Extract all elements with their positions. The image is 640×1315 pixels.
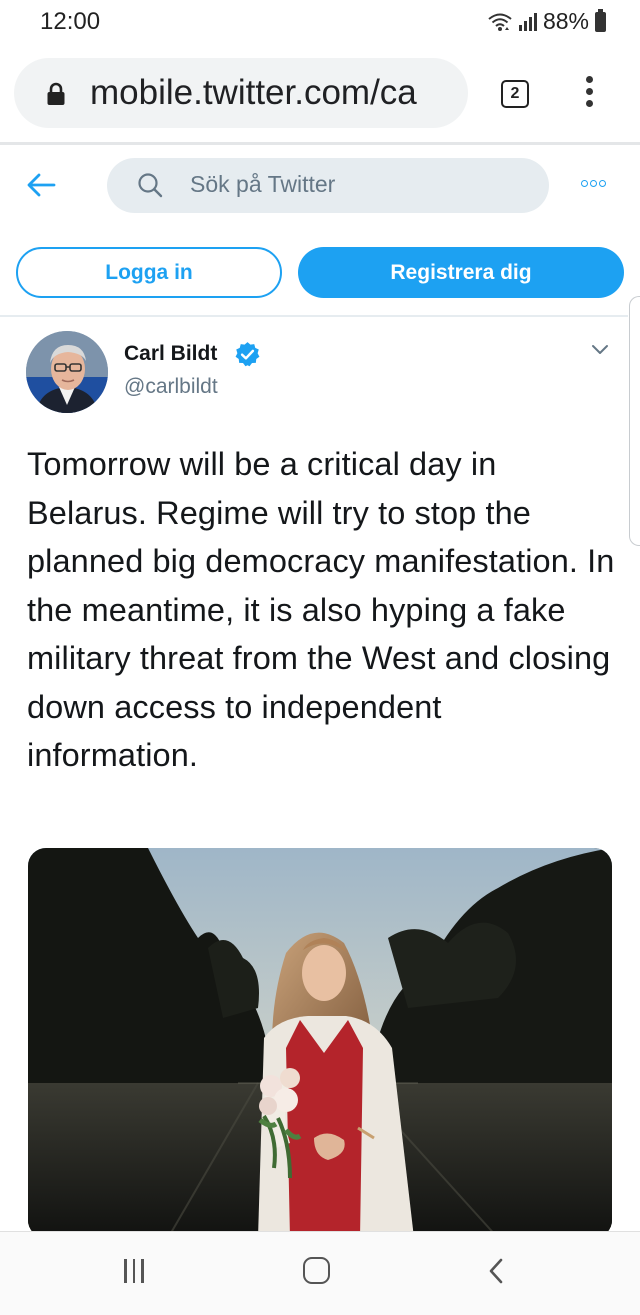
home-icon[interactable]: [303, 1257, 330, 1284]
avatar-photo: [26, 331, 108, 413]
lock-icon: [47, 82, 65, 105]
system-nav-bar: [0, 1232, 640, 1315]
url-bar[interactable]: mobile.twitter.com/ca: [14, 58, 468, 128]
author-name[interactable]: Carl Bildt: [124, 342, 217, 366]
battery-percentage: 88%: [542, 8, 589, 34]
tweet-text: Tomorrow will be a critical day in Belar…: [27, 446, 615, 773]
section-divider: [0, 315, 628, 317]
menu-dots-icon[interactable]: [582, 76, 596, 112]
url-text: mobile.twitter.com/ca: [90, 73, 417, 112]
tweet-media[interactable]: [28, 848, 612, 1238]
status-time: 12:00: [40, 8, 101, 35]
avatar[interactable]: [26, 331, 108, 413]
verified-icon: [235, 342, 260, 367]
status-bar: 12:00 88%: [0, 0, 640, 44]
browser-toolbar: mobile.twitter.com/ca 2: [0, 44, 640, 142]
twitter-header: Sök på Twitter: [0, 145, 640, 235]
register-button[interactable]: Registrera dig: [298, 247, 624, 298]
signal-icon: [518, 12, 537, 31]
search-placeholder: Sök på Twitter: [190, 171, 336, 197]
back-arrow-icon[interactable]: [26, 172, 56, 198]
back-icon[interactable]: [486, 1256, 506, 1286]
recents-icon[interactable]: [124, 1259, 144, 1283]
search-input[interactable]: Sök på Twitter: [107, 158, 549, 213]
login-button[interactable]: Logga in: [16, 247, 282, 298]
chevron-down-icon[interactable]: [591, 343, 609, 357]
author-handle[interactable]: @carlbildt: [124, 375, 218, 399]
tweet-photo: [28, 848, 612, 1238]
tab-switcher-button[interactable]: 2: [501, 80, 529, 108]
scroll-indicator[interactable]: [629, 296, 640, 546]
more-icon[interactable]: [581, 180, 606, 187]
search-icon: [138, 173, 163, 198]
wifi-icon: [488, 13, 512, 31]
battery-icon: [595, 8, 606, 32]
status-icons: 88%: [487, 8, 606, 35]
